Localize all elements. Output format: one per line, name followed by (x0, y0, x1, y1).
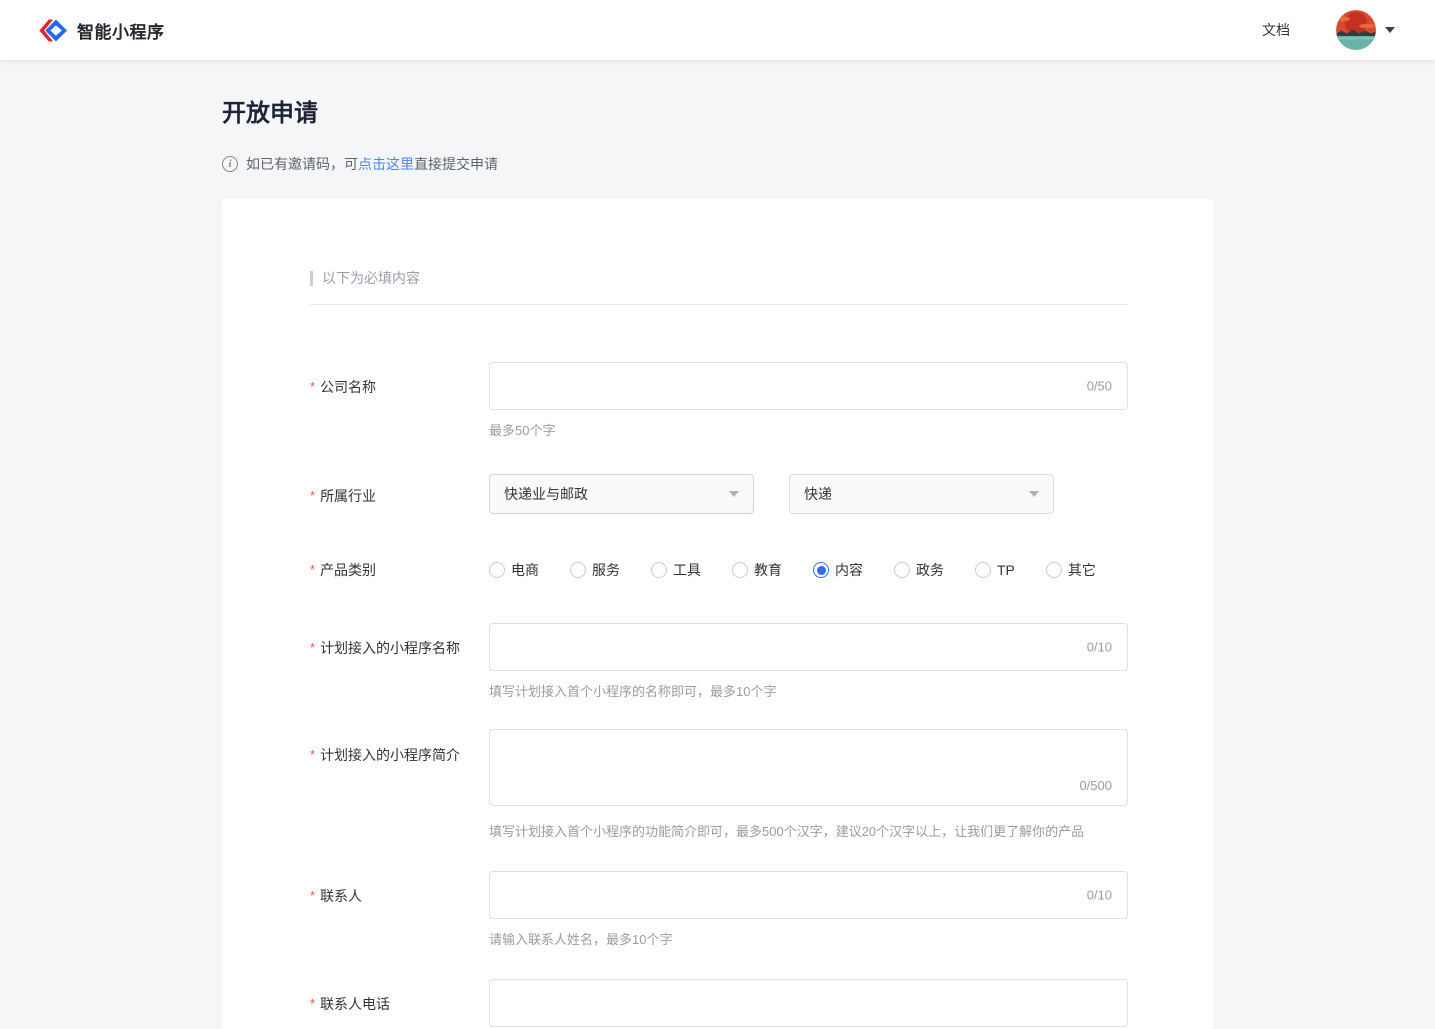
app-name-helper: 填写计划接入首个小程序的名称即可，最多10个字 (489, 681, 1128, 700)
industry-primary-value: 快递业与邮政 (504, 484, 588, 504)
contact-row: * 联系人 0/10 请输入联系人姓名，最多10个字 (310, 871, 1128, 948)
radio-unselected-icon[interactable] (570, 562, 586, 578)
section-divider (310, 304, 1128, 305)
app-intro-label: * 计划接入的小程序简介 (310, 729, 489, 765)
app-name-label: * 计划接入的小程序名称 (310, 623, 489, 658)
radio-option[interactable]: 其它 (1046, 560, 1096, 580)
company-name-row: * 公司名称 0/50 最多50个字 (310, 362, 1128, 439)
chevron-down-icon (729, 491, 739, 497)
page-title: 开放申请 (222, 93, 1213, 128)
chevron-down-icon (1029, 491, 1039, 497)
required-asterisk: * (310, 747, 315, 762)
product-category-row: * 产品类别 电商 服务 工具 教育 内容 政务 TP 其它 (310, 558, 1128, 580)
required-asterisk: * (310, 888, 315, 903)
chevron-down-icon (1385, 27, 1395, 33)
radio-option-label: 电商 (511, 560, 539, 580)
company-name-helper: 最多50个字 (489, 420, 1128, 439)
top-nav: 智能小程序 文档 (0, 0, 1435, 60)
account-menu[interactable] (1336, 10, 1395, 50)
required-asterisk: * (310, 562, 315, 577)
app-intro-row: * 计划接入的小程序简介 0/500 填写计划接入首个小程序的功能简介即可，最多… (310, 729, 1128, 840)
radio-option[interactable]: 电商 (489, 560, 539, 580)
phone-row: * 联系人电话 请输入联系人的手机号码 (310, 979, 1128, 1029)
user-avatar[interactable] (1336, 10, 1376, 50)
company-name-label: * 公司名称 (310, 362, 489, 397)
radio-unselected-icon[interactable] (732, 562, 748, 578)
radio-unselected-icon[interactable] (1046, 562, 1062, 578)
radio-option-label: 教育 (754, 560, 782, 580)
phone-label: * 联系人电话 (310, 979, 489, 1014)
invite-code-link[interactable]: 点击这里 (358, 154, 414, 174)
radio-option[interactable]: 工具 (651, 560, 701, 580)
contact-name-input[interactable] (489, 871, 1128, 919)
radio-option-label: 服务 (592, 560, 620, 580)
radio-unselected-icon[interactable] (975, 562, 991, 578)
radio-option[interactable]: 教育 (732, 560, 782, 580)
app-name-input[interactable] (489, 623, 1128, 671)
main-content: 开放申请 i 如已有邀请码，可 点击这里 直接提交申请 以下为必填内容 * 公司… (222, 93, 1213, 1029)
radio-option[interactable]: 政务 (894, 560, 944, 580)
radio-option[interactable]: 内容 (813, 560, 863, 580)
required-asterisk: * (310, 379, 315, 394)
industry-label: * 所属行业 (310, 474, 489, 506)
radio-option[interactable]: TP (975, 562, 1015, 578)
nav-right: 文档 (1262, 10, 1395, 50)
brand-logo-icon (37, 17, 67, 44)
industry-primary-select[interactable]: 快递业与邮政 (489, 474, 754, 514)
application-form-card: 以下为必填内容 * 公司名称 0/50 最多50个字 (222, 199, 1213, 1029)
radio-option-label: 工具 (673, 560, 701, 580)
radio-option-label: 政务 (916, 560, 944, 580)
radio-option-label: 内容 (835, 560, 863, 580)
required-asterisk: * (310, 488, 315, 503)
invite-code-notice: i 如已有邀请码，可 点击这里 直接提交申请 (222, 154, 1213, 174)
notice-text-prefix: 如已有邀请码，可 (246, 154, 358, 174)
industry-secondary-value: 快递 (804, 484, 832, 504)
notice-text-suffix: 直接提交申请 (414, 154, 498, 174)
section-header: 以下为必填内容 (310, 268, 1128, 288)
section-title: 以下为必填内容 (322, 268, 420, 288)
radio-dot (817, 566, 826, 575)
industry-secondary-select[interactable]: 快递 (789, 474, 1054, 514)
radio-option-label: 其它 (1068, 560, 1096, 580)
contact-helper: 请输入联系人姓名，最多10个字 (489, 929, 1128, 948)
info-icon: i (222, 156, 238, 172)
brand[interactable]: 智能小程序 (37, 17, 165, 44)
category-options: 电商 服务 工具 教育 内容 政务 TP 其它 (489, 558, 1128, 580)
radio-option[interactable]: 服务 (570, 560, 620, 580)
radio-unselected-icon[interactable] (651, 562, 667, 578)
app-intro-textarea[interactable] (489, 729, 1128, 806)
open-application-form: * 公司名称 0/50 最多50个字 * 所属行业 (310, 362, 1128, 1029)
brand-name: 智能小程序 (77, 18, 165, 43)
product-category-label: * 产品类别 (310, 558, 489, 580)
app-name-row: * 计划接入的小程序名称 0/10 填写计划接入首个小程序的名称即可，最多10个… (310, 623, 1128, 700)
required-asterisk: * (310, 996, 315, 1011)
phone-input[interactable] (489, 979, 1128, 1027)
industry-row: * 所属行业 快递业与邮政 快递 (310, 474, 1128, 514)
app-intro-helper: 填写计划接入首个小程序的功能简介即可，最多500个汉字，建议20个汉字以上，让我… (489, 821, 1128, 840)
contact-label: * 联系人 (310, 871, 489, 906)
section-bar (310, 271, 313, 286)
required-asterisk: * (310, 640, 315, 655)
radio-selected-icon[interactable] (813, 562, 829, 578)
company-name-input[interactable] (489, 362, 1128, 410)
radio-unselected-icon[interactable] (894, 562, 910, 578)
doc-link[interactable]: 文档 (1262, 20, 1290, 40)
radio-option-label: TP (997, 562, 1015, 578)
radio-unselected-icon[interactable] (489, 562, 505, 578)
